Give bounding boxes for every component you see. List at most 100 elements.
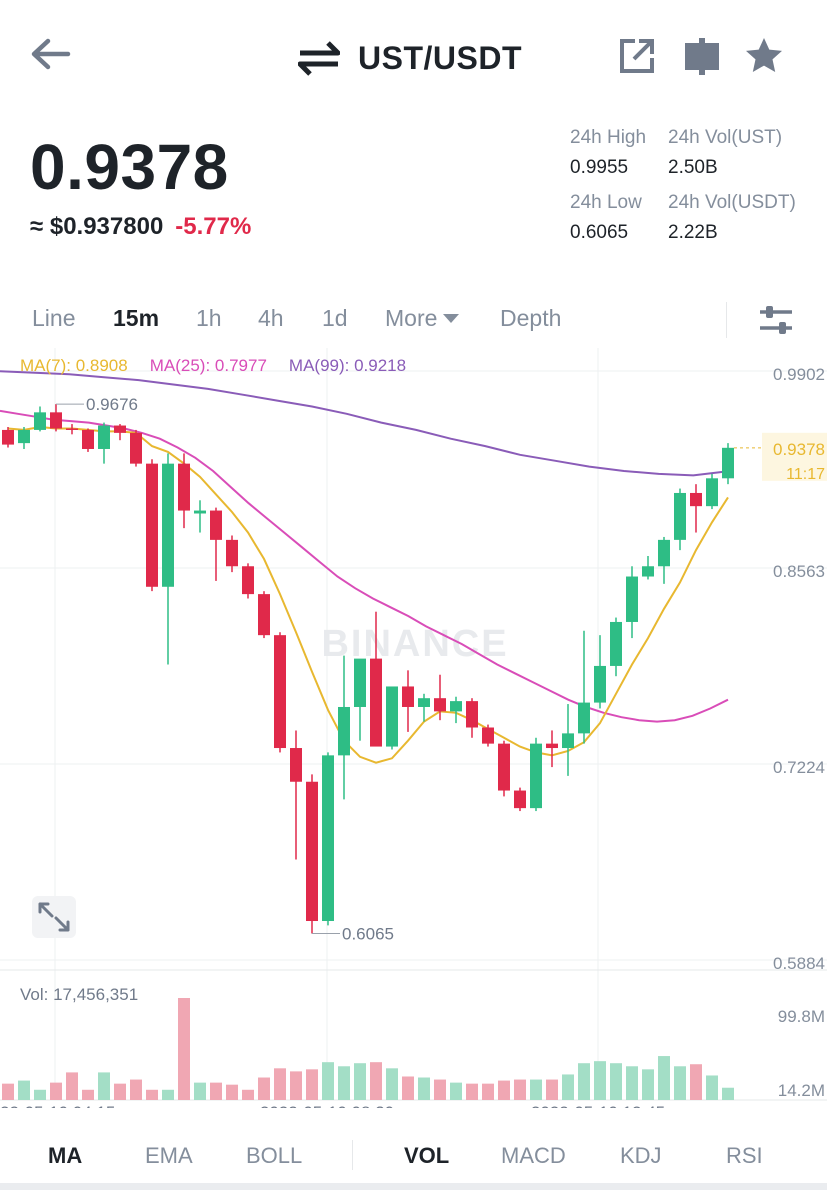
indicator-tab-vol[interactable]: VOL bbox=[404, 1143, 449, 1169]
candle-body bbox=[546, 743, 558, 749]
volume-bar bbox=[114, 1083, 126, 1100]
indicator-tab-boll[interactable]: BOLL bbox=[246, 1143, 302, 1169]
candle-body bbox=[322, 755, 334, 922]
high-value: 0.9955 bbox=[570, 157, 629, 178]
candle-body bbox=[466, 701, 478, 728]
volume-bar bbox=[178, 998, 190, 1100]
volume-bar bbox=[466, 1083, 478, 1100]
candle-body bbox=[690, 492, 702, 507]
tab-15m[interactable]: 15m bbox=[113, 305, 159, 332]
volume-bar bbox=[594, 1061, 606, 1100]
volume-bar bbox=[242, 1089, 254, 1100]
candle-body bbox=[530, 743, 542, 809]
volume-bar bbox=[706, 1075, 718, 1100]
volume-bar bbox=[578, 1063, 590, 1100]
volume-bar bbox=[610, 1063, 622, 1100]
chart-settings-icon[interactable] bbox=[758, 303, 794, 337]
volume-bar bbox=[274, 1068, 286, 1100]
volume-bar bbox=[674, 1066, 686, 1100]
volume-bar bbox=[690, 1064, 702, 1100]
pair-selector[interactable]: UST/USDT bbox=[298, 36, 522, 80]
volume-bar bbox=[434, 1079, 446, 1100]
volume-bar bbox=[162, 1089, 174, 1100]
tab-1d[interactable]: 1d bbox=[322, 305, 348, 332]
high-label: 24h High bbox=[570, 127, 647, 148]
indicator-tab-rsi[interactable]: RSI bbox=[726, 1143, 763, 1169]
volume-bar bbox=[546, 1079, 558, 1100]
volume-bar bbox=[338, 1066, 350, 1100]
price-axis-label: 0.8563 bbox=[773, 562, 825, 581]
volume-bar bbox=[402, 1076, 414, 1100]
tab-line[interactable]: Line bbox=[32, 305, 75, 332]
indicator-tab-macd[interactable]: MACD bbox=[501, 1143, 566, 1169]
low-marker-label: 0.6065 bbox=[342, 924, 394, 943]
candle-body bbox=[306, 781, 318, 922]
volume-bar bbox=[130, 1079, 142, 1100]
candle-body bbox=[226, 539, 238, 567]
volume-bar bbox=[98, 1072, 110, 1100]
price-axis-label: 0.7224 bbox=[773, 758, 825, 777]
indicator-tab-ma[interactable]: MA bbox=[48, 1143, 82, 1169]
volume-label: Vol: 17,456,351 bbox=[20, 985, 138, 1004]
low-label: 24h Low bbox=[570, 192, 642, 213]
indicator-tab-kdj[interactable]: KDJ bbox=[620, 1143, 662, 1169]
back-arrow-icon[interactable] bbox=[28, 34, 72, 74]
candlestick-chart[interactable]: BINANCE 0.9676 0.6065 0.9378 11:17 0.9902 0.85… bbox=[0, 348, 827, 1108]
time-axis-label: 2022-05-10 12:45 bbox=[531, 1103, 665, 1108]
candle-body bbox=[162, 463, 174, 587]
candle-body bbox=[2, 429, 14, 445]
favorite-star-icon[interactable] bbox=[744, 36, 784, 76]
volume-bar bbox=[626, 1066, 638, 1100]
candle-body bbox=[482, 727, 494, 744]
volume-bar bbox=[306, 1069, 318, 1100]
volume-bar bbox=[290, 1071, 302, 1100]
fiat-row: ≈ $0.937800 -5.77% bbox=[30, 213, 251, 241]
candle-body bbox=[722, 447, 734, 479]
candle-body bbox=[514, 790, 526, 809]
candle-body bbox=[34, 412, 46, 430]
tab-more-label: More bbox=[385, 305, 438, 331]
tab-1h[interactable]: 1h bbox=[196, 305, 222, 332]
volume-bar bbox=[66, 1072, 78, 1100]
ma-legend: MA(7): 0.8908 MA(25): 0.7977 MA(99): 0.9… bbox=[20, 356, 406, 376]
pair-title: UST/USDT bbox=[358, 39, 522, 76]
candle-body bbox=[674, 492, 686, 540]
binance-watermark: BINANCE bbox=[321, 623, 508, 665]
candle-body bbox=[146, 463, 158, 587]
candle-body bbox=[242, 566, 254, 595]
tab-more[interactable]: More bbox=[385, 305, 460, 332]
volume-bar bbox=[194, 1082, 206, 1100]
candle-body bbox=[98, 425, 110, 449]
candle-body bbox=[290, 748, 302, 782]
tab-depth[interactable]: Depth bbox=[500, 305, 561, 332]
candle-body bbox=[130, 432, 142, 464]
vol-base-value: 2.50B bbox=[668, 157, 718, 178]
caret-down-icon bbox=[443, 313, 460, 323]
candle-body bbox=[498, 743, 510, 791]
last-price: 0.9378 bbox=[30, 131, 229, 203]
candle-body bbox=[338, 706, 350, 756]
tab-4h[interactable]: 4h bbox=[258, 305, 284, 332]
time-axis-label: 2022-05-10 08:30 bbox=[260, 1103, 394, 1108]
volume-bar bbox=[562, 1074, 574, 1100]
candle-body bbox=[50, 412, 62, 429]
high-marker-label: 0.9676 bbox=[86, 395, 138, 414]
candle-body bbox=[258, 594, 270, 636]
indicator-tab-ema[interactable]: EMA bbox=[145, 1143, 193, 1169]
vol-base-label: 24h Vol(UST) bbox=[668, 127, 783, 148]
change-percent: -5.77% bbox=[175, 213, 252, 240]
time-axis-label: 22-05-10 04:15 bbox=[0, 1103, 115, 1108]
split-screen-icon[interactable] bbox=[682, 36, 722, 76]
low-value: 0.6065 bbox=[570, 222, 629, 243]
ma99-label: MA(99): 0.9218 bbox=[288, 356, 407, 375]
candle-body bbox=[18, 429, 30, 444]
candle-body bbox=[658, 539, 670, 567]
volume-bar bbox=[386, 1068, 398, 1100]
ma7-label: MA(7): 0.8908 bbox=[20, 356, 128, 375]
share-icon[interactable] bbox=[617, 36, 657, 76]
current-price-label: 0.9378 bbox=[773, 440, 825, 459]
fullscreen-button[interactable] bbox=[32, 896, 76, 938]
swap-arrows-icon bbox=[298, 41, 340, 76]
volume-bar bbox=[2, 1083, 14, 1100]
volume-bar bbox=[258, 1077, 270, 1100]
